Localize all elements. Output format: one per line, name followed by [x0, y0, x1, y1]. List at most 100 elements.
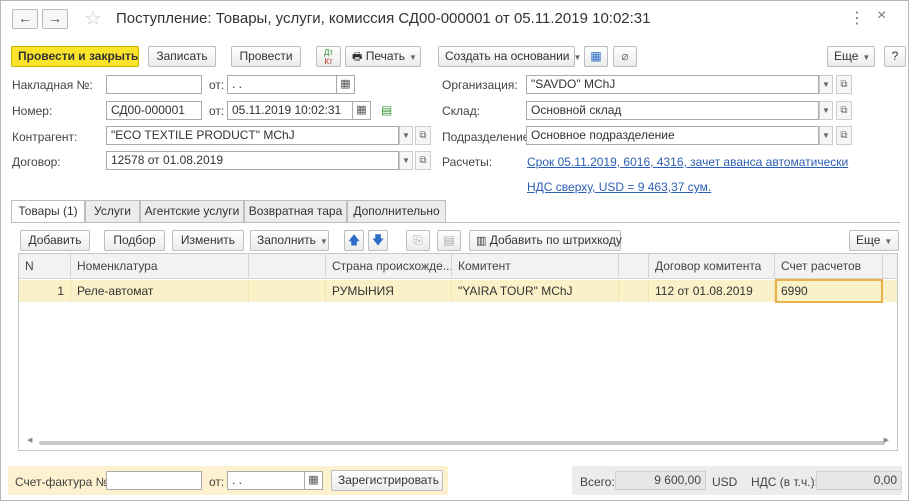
document-window: ← → ☆ Поступление: Товары, услуги, комис…: [0, 0, 909, 501]
post-and-close-button[interactable]: Провести и закрыть: [11, 46, 139, 67]
scrollbar-thumb[interactable]: [39, 441, 885, 445]
date-field[interactable]: 05.11.2019 10:02:31: [227, 101, 353, 120]
chevron-down-icon[interactable]: ▼: [819, 101, 833, 120]
vat-total-value: 0,00: [816, 471, 902, 490]
column-header-nomenclature[interactable]: Номенклатура: [71, 254, 249, 279]
open-icon[interactable]: ⧉: [836, 75, 852, 94]
add-by-barcode-button[interactable]: ▥ Добавить по штрихкоду: [469, 230, 622, 251]
cell-committent[interactable]: "YAIRA TOUR" MChJ: [452, 280, 619, 302]
register-button[interactable]: Зарегистрировать: [331, 470, 443, 491]
create-based-on-button[interactable]: Создать на основании ▼: [438, 46, 581, 67]
tab-services[interactable]: Услуги: [85, 200, 140, 222]
cell-nomenclature[interactable]: Реле-автомат: [71, 280, 249, 302]
cell-country[interactable]: РУМЫНИЯ: [326, 280, 452, 302]
calendar-icon[interactable]: ▦: [337, 75, 355, 94]
copy-icon: ⎘: [413, 233, 423, 247]
chevron-down-icon: ▼: [884, 237, 893, 246]
close-icon[interactable]: ×: [877, 7, 886, 25]
settlements-link[interactable]: Срок 05.11.2019, 6016, 4316, зачет аванс…: [527, 155, 848, 169]
chevron-down-icon[interactable]: ▼: [819, 126, 833, 145]
organization-field[interactable]: "SAVDO" MChJ: [526, 75, 819, 94]
tab-agent-services[interactable]: Агентские услуги: [140, 200, 244, 222]
scroll-left-icon[interactable]: ◀: [27, 436, 32, 444]
organization-label: Организация:: [442, 78, 518, 92]
printer-icon: 🖶: [352, 51, 363, 63]
column-header-committent[interactable]: Комитент: [452, 254, 619, 279]
more-actions-icon[interactable]: ⋮: [849, 8, 866, 28]
save-button[interactable]: Записать: [148, 46, 216, 67]
warehouse-field[interactable]: Основной склад: [526, 101, 819, 120]
open-icon[interactable]: ⧉: [836, 101, 852, 120]
invoice-number-field[interactable]: [106, 75, 202, 94]
help-button[interactable]: ?: [884, 46, 906, 67]
currency-label: USD: [712, 475, 738, 489]
counterparty-field[interactable]: "ECO TEXTILE PRODUCT" MChJ: [106, 126, 399, 145]
date-label: от:: [209, 104, 225, 118]
selected-cell-account[interactable]: 6990: [775, 279, 883, 303]
history-icon[interactable]: ▤: [381, 103, 392, 117]
arrow-left-icon: ←: [18, 10, 32, 26]
print-button[interactable]: 🖶 Печать ▼: [345, 46, 421, 67]
chevron-down-icon: ▼: [573, 53, 582, 62]
tab-additional[interactable]: Дополнительно: [347, 200, 446, 222]
cell-committent-contract[interactable]: 112 от 01.08.2019: [649, 280, 775, 302]
chevron-down-icon[interactable]: ▼: [399, 151, 413, 170]
cell-blank-2[interactable]: [619, 280, 649, 302]
scroll-right-icon[interactable]: ▶: [884, 436, 889, 444]
number-field[interactable]: СД00-000001: [106, 101, 202, 120]
favorite-star-icon[interactable]: ☆: [84, 6, 102, 31]
total-label: Всего:: [580, 475, 615, 489]
contract-field[interactable]: 12578 от 01.08.2019: [106, 151, 399, 170]
add-row-button[interactable]: Добавить: [20, 230, 90, 251]
chevron-down-icon[interactable]: ▼: [399, 126, 413, 145]
fill-button[interactable]: Заполнить ▼: [250, 230, 329, 251]
division-field[interactable]: Основное подразделение: [526, 126, 819, 145]
pick-button[interactable]: Подбор: [104, 230, 165, 251]
chevron-down-icon[interactable]: ▼: [819, 75, 833, 94]
cell-n[interactable]: 1: [19, 280, 71, 302]
column-header-account[interactable]: Счет расчетов: [775, 254, 883, 279]
paste-rows-button[interactable]: ▤: [437, 230, 461, 251]
forward-button[interactable]: →: [42, 9, 68, 29]
column-header-blank[interactable]: [249, 254, 326, 279]
cell-account: 6990: [781, 284, 808, 298]
table-more-button[interactable]: Еще ▼: [849, 230, 899, 251]
cell-blank[interactable]: [249, 280, 326, 302]
post-button[interactable]: Провести: [231, 46, 301, 67]
structure-button[interactable]: ▦: [584, 46, 608, 67]
dt-kt-button[interactable]: Дт Кт: [316, 46, 341, 67]
move-down-button[interactable]: 🡇: [368, 230, 388, 251]
column-header-n[interactable]: N: [19, 254, 71, 279]
total-value: 9 600,00: [615, 471, 706, 490]
vat-link[interactable]: НДС сверху, USD = 9 463,37 сум.: [527, 180, 711, 194]
move-up-button[interactable]: 🡅: [344, 230, 364, 251]
attach-button[interactable]: ⌀: [613, 46, 637, 67]
calendar-icon[interactable]: ▦: [305, 471, 323, 490]
chevron-down-icon: ▼: [319, 237, 328, 246]
chevron-down-icon: ▼: [409, 53, 417, 62]
open-icon[interactable]: ⧉: [415, 126, 431, 145]
open-icon[interactable]: ⧉: [836, 126, 852, 145]
calendar-icon[interactable]: ▦: [353, 101, 371, 120]
column-header-blank-2[interactable]: [619, 254, 649, 279]
invoice-factura-date-field[interactable]: . .: [227, 471, 305, 490]
open-icon[interactable]: ⧉: [415, 151, 431, 170]
invoice-factura-field[interactable]: [106, 471, 202, 490]
copy-rows-button[interactable]: ⎘: [406, 230, 430, 251]
column-header-country[interactable]: Страна происхожде...: [326, 254, 452, 279]
invoice-number-label: Накладная №:: [12, 78, 93, 92]
invoice-factura-date-label: от:: [209, 475, 225, 489]
tab-goods[interactable]: Товары (1): [11, 200, 85, 223]
horizontal-scrollbar[interactable]: ◀ ▶: [27, 436, 889, 447]
page-title: Поступление: Товары, услуги, комиссия СД…: [116, 10, 651, 27]
column-header-committent-contract[interactable]: Договор комитента: [649, 254, 775, 279]
back-button[interactable]: ←: [12, 9, 38, 29]
edit-button[interactable]: Изменить: [172, 230, 244, 251]
dt-kt-icon: Дт Кт: [323, 48, 334, 66]
vat-total-label: НДС (в т.ч.):: [751, 475, 818, 489]
paste-icon: ▤: [443, 233, 455, 247]
tab-divider: [11, 222, 900, 223]
more-button[interactable]: Еще ▼: [827, 46, 875, 67]
tab-returnable-containers[interactable]: Возвратная тара: [244, 200, 347, 222]
invoice-date-field[interactable]: . .: [227, 75, 337, 94]
